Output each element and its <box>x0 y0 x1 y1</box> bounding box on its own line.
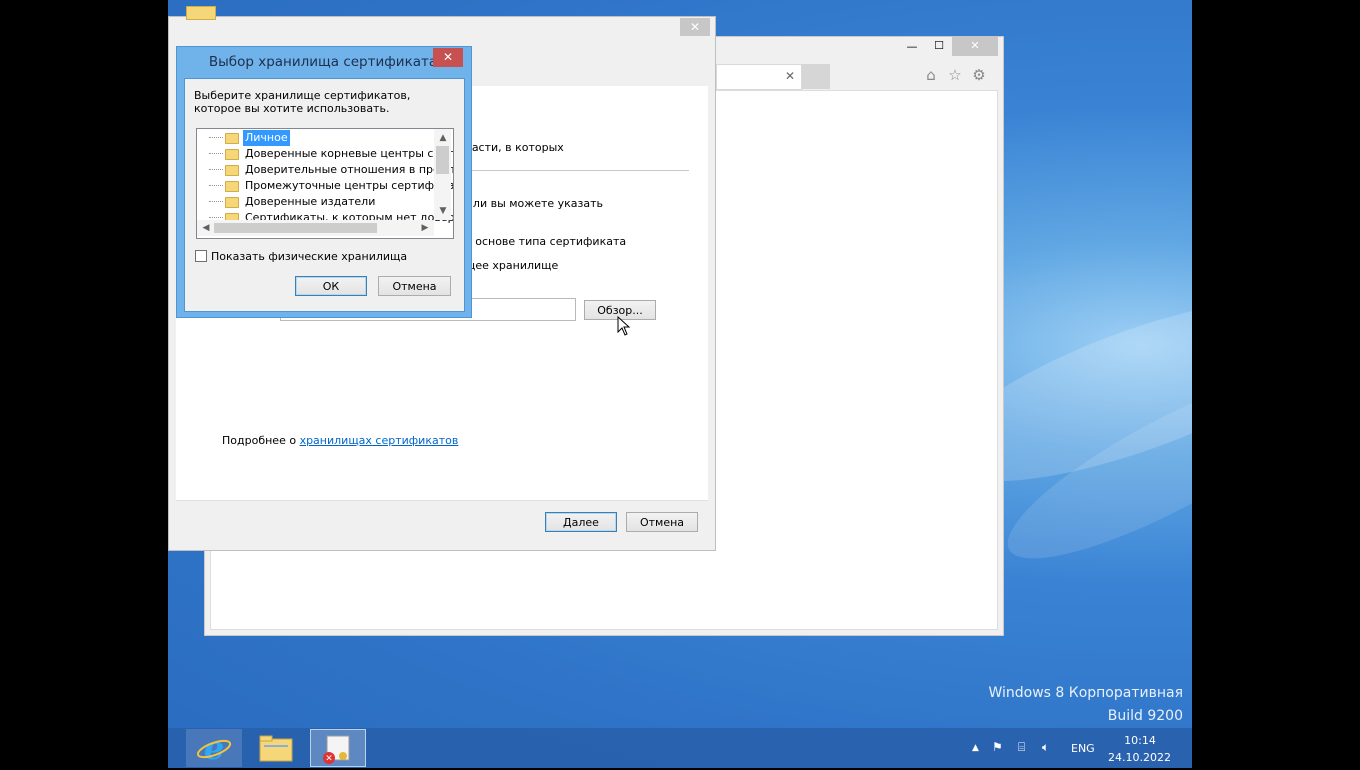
svg-text:✕: ✕ <box>325 754 333 764</box>
wizard-close-button[interactable]: ✕ <box>680 18 710 36</box>
clock-time[interactable]: 10:14 <box>1112 734 1168 747</box>
ok-button[interactable]: ОК <box>295 276 367 296</box>
maximize-button[interactable]: ☐ <box>926 36 952 56</box>
dialog-cancel-button[interactable]: Отмена <box>378 276 451 296</box>
browser-close-button[interactable]: ✕ <box>952 36 998 56</box>
certificate-stores-link[interactable]: хранилищах сертификатов <box>300 434 459 447</box>
tree-item[interactable]: Доверительные отношения в предпри <box>197 162 453 178</box>
clock-date[interactable]: 24.10.2022 <box>1108 751 1171 764</box>
more-info-prefix: Подробнее о <box>222 434 300 447</box>
folder-icon <box>225 180 239 192</box>
folder-icon <box>186 6 216 20</box>
minimize-button[interactable]: — <box>898 36 926 56</box>
os-build-watermark: Build 9200 <box>1107 708 1183 724</box>
file-explorer-icon <box>259 735 293 762</box>
action-center-flag-icon[interactable]: ⚑ <box>992 740 1003 754</box>
more-info-text: Подробнее о хранилищах сертификатов <box>222 434 458 447</box>
footer-divider <box>176 500 708 501</box>
taskbar-explorer-button[interactable] <box>248 729 304 767</box>
gear-icon[interactable]: ⚙ <box>968 64 990 86</box>
folder-icon <box>225 196 239 208</box>
tab-close-icon[interactable]: ✕ <box>782 66 798 86</box>
scroll-right-icon[interactable]: ▶ <box>418 221 432 235</box>
taskbar-ie-button[interactable]: e <box>186 729 242 767</box>
scroll-left-icon[interactable]: ◀ <box>199 221 213 235</box>
network-icon[interactable]: ⌸ <box>1018 740 1025 755</box>
scroll-up-icon[interactable]: ▲ <box>436 131 450 145</box>
wizard-cancel-button[interactable]: Отмена <box>626 512 698 532</box>
language-indicator[interactable]: ENG <box>1071 742 1095 755</box>
show-physical-stores-label: Показать физические хранилища <box>211 250 408 263</box>
folder-icon <box>225 132 239 144</box>
new-tab-button[interactable] <box>802 64 830 89</box>
taskbar-certmgr-button[interactable]: ✕ <box>310 729 366 767</box>
tree-item[interactable]: Доверенные корневые центры сертиф <box>197 146 453 162</box>
tree-item[interactable]: Доверенные издатели <box>197 194 377 210</box>
tree-item[interactable]: Личное <box>197 130 290 146</box>
auto-select-option-label: а основе типа сертификата <box>465 235 627 248</box>
os-edition-watermark: Windows 8 Корпоративная <box>988 685 1183 701</box>
place-in-store-option-label: щее хранилище <box>465 259 559 272</box>
volume-icon[interactable]: 🔈︎ <box>1042 740 1049 755</box>
next-button[interactable]: Далее <box>545 512 617 532</box>
certificate-manager-icon: ✕ <box>323 735 350 764</box>
mouse-cursor-icon <box>617 316 631 336</box>
wizard-text-2: е, или вы можете указать <box>452 197 604 210</box>
dialog-title: Выбор хранилища сертификата <box>208 54 438 70</box>
vertical-scroll-thumb[interactable] <box>436 146 449 174</box>
scroll-down-icon[interactable]: ▼ <box>436 204 450 218</box>
ie-icon: e <box>196 729 232 767</box>
dialog-prompt: Выберите хранилище сертификатов, которое… <box>194 89 411 115</box>
horizontal-scroll-thumb[interactable] <box>214 223 377 233</box>
folder-icon <box>225 148 239 160</box>
show-hidden-icons[interactable]: ▲ <box>972 743 979 753</box>
tree-item[interactable]: Промежуточные центры сертификаци <box>197 178 453 194</box>
dialog-close-button[interactable]: ✕ <box>433 48 463 67</box>
star-icon[interactable]: ☆ <box>944 64 966 86</box>
svg-text:e: e <box>204 729 224 767</box>
show-physical-stores-checkbox[interactable] <box>195 250 207 262</box>
divider <box>460 170 689 171</box>
home-icon[interactable]: ⌂ <box>920 64 942 86</box>
wizard-text-1: бласти, в которых <box>458 141 564 154</box>
folder-icon <box>225 164 239 176</box>
